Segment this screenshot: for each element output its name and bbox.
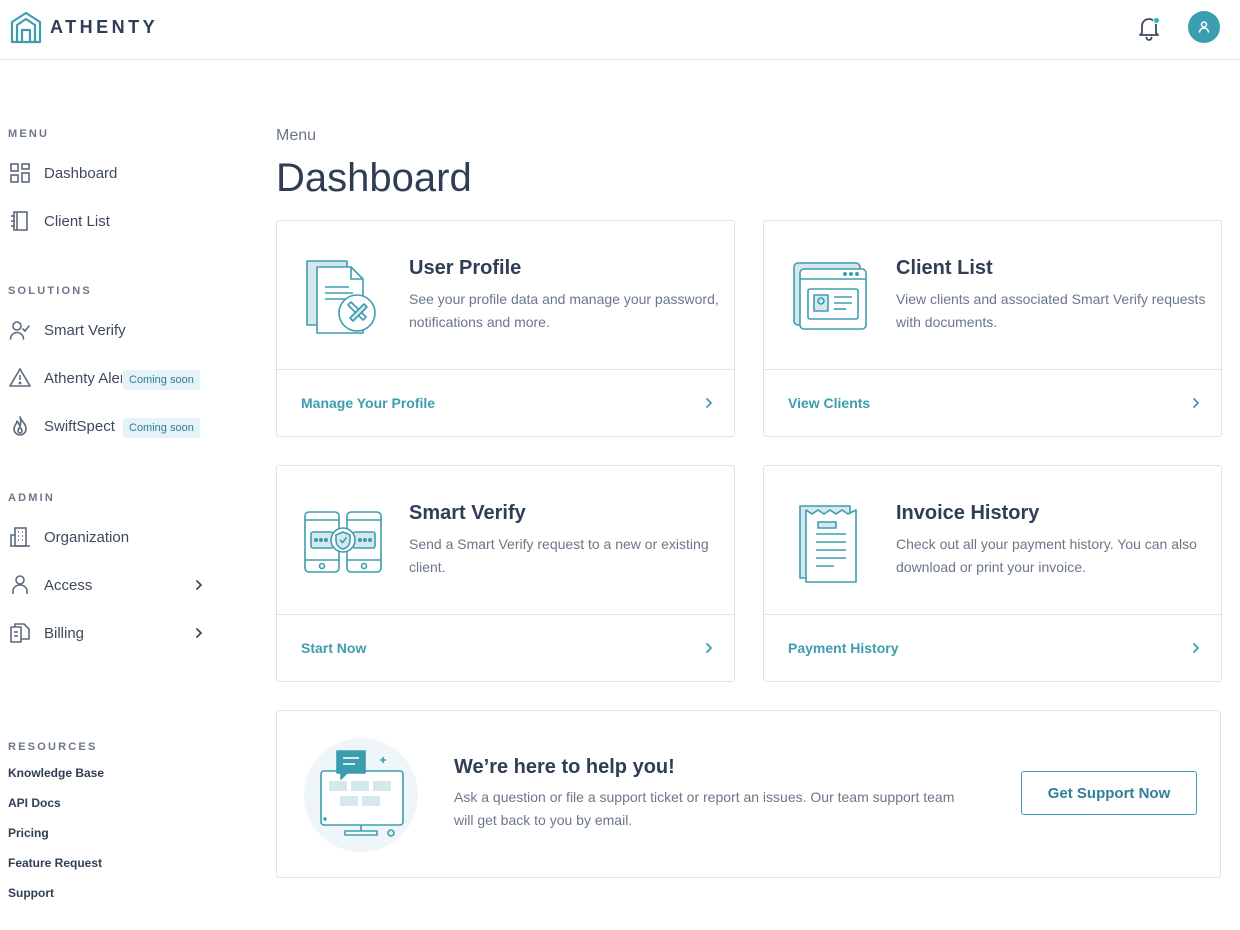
start-now-link[interactable]: Start Now: [277, 614, 734, 681]
receipt-icon: [799, 505, 857, 583]
monitor-chat-icon: [304, 738, 418, 852]
sidebar-item-label: Smart Verify: [44, 321, 126, 339]
chevron-right-icon: [1193, 643, 1199, 653]
notebook-icon: [8, 209, 32, 233]
top-bar: ATHENTY: [0, 0, 1240, 60]
card-link-label: View Clients: [788, 395, 871, 411]
sidebar-item-organization[interactable]: Organization: [8, 521, 208, 553]
notification-dot: [1153, 17, 1160, 24]
page-title: Dashboard: [276, 156, 472, 200]
brand-name: ATHENTY: [50, 16, 159, 37]
alert-triangle-icon: [8, 366, 32, 390]
person-icon: [8, 573, 32, 597]
sidebar-section-admin: ADMIN: [8, 492, 56, 504]
athenty-logo-icon: [10, 11, 42, 44]
resource-link-support[interactable]: Support: [8, 886, 54, 900]
card-title: Invoice History: [896, 502, 1040, 524]
sidebar-item-billing[interactable]: Billing: [8, 617, 208, 649]
sidebar-item-access[interactable]: Access: [8, 569, 208, 601]
sidebar-item-label: Billing: [44, 624, 85, 642]
chevron-right-icon: [706, 643, 712, 653]
card-title: Smart Verify: [409, 502, 526, 524]
manage-profile-link[interactable]: Manage Your Profile: [277, 369, 734, 436]
chevron-right-icon: [196, 580, 202, 590]
user-avatar[interactable]: [1188, 11, 1220, 43]
card-title: Client List: [896, 257, 993, 279]
card-description: See your profile data and manage your pa…: [409, 291, 719, 330]
documents-icon: [8, 621, 32, 645]
card-description: View clients and associated Smart Verify…: [896, 291, 1206, 330]
sidebar: MENU Dashboard Client List SOLUTIONS Sma…: [0, 60, 230, 930]
sidebar-item-swiftspect[interactable]: SwiftSpect Coming soon: [8, 410, 208, 442]
sidebar-section-resources: RESOURCES: [8, 741, 98, 753]
breadcrumb[interactable]: Menu: [276, 127, 316, 145]
resource-link-knowledge-base[interactable]: Knowledge Base: [8, 766, 104, 780]
sidebar-item-client-list[interactable]: Client List: [8, 205, 208, 237]
flame-icon: [8, 414, 32, 438]
card-client-list: Client List View clients and associated …: [763, 220, 1222, 437]
chevron-right-icon: [706, 398, 712, 408]
sidebar-item-label: Athenty Alert: [44, 369, 122, 387]
help-description: Ask a question or file a support ticket …: [454, 789, 955, 828]
card-description: Check out all your payment history. You …: [896, 536, 1197, 575]
coming-soon-badge: Coming soon: [123, 418, 200, 438]
chevron-right-icon: [1193, 398, 1199, 408]
sidebar-item-label: Client List: [44, 212, 110, 230]
payment-history-link[interactable]: Payment History: [764, 614, 1221, 681]
help-panel: We’re here to help you! Ask a question o…: [276, 710, 1221, 878]
sidebar-item-label: Dashboard: [44, 164, 118, 182]
resource-link-feature-request[interactable]: Feature Request: [8, 856, 102, 870]
view-clients-link[interactable]: View Clients: [764, 369, 1221, 436]
card-link-label: Start Now: [301, 640, 367, 656]
building-icon: [8, 525, 32, 549]
user-check-icon: [8, 318, 32, 342]
logo[interactable]: ATHENTY: [10, 10, 158, 44]
chevron-right-icon: [196, 628, 202, 638]
resource-link-pricing[interactable]: Pricing: [8, 826, 49, 840]
notifications-button[interactable]: [1136, 15, 1162, 41]
grid-icon: [8, 161, 32, 185]
sidebar-item-dashboard[interactable]: Dashboard: [8, 157, 208, 189]
card-description: Send a Smart Verify request to a new or …: [409, 536, 709, 575]
help-title: We’re here to help you!: [454, 756, 675, 778]
id-card-window-icon: [793, 262, 867, 330]
card-title: User Profile: [409, 257, 522, 279]
card-link-label: Manage Your Profile: [301, 395, 436, 411]
card-user-profile: User Profile See your profile data and m…: [276, 220, 735, 437]
card-invoice-history: Invoice History Check out all your payme…: [763, 465, 1222, 682]
sidebar-item-label: SwiftSpect: [44, 417, 115, 435]
card-smart-verify: Smart Verify Send a Smart Verify request…: [276, 465, 735, 682]
resource-link-api-docs[interactable]: API Docs: [8, 796, 61, 810]
get-support-button[interactable]: Get Support Now: [1021, 771, 1197, 815]
coming-soon-badge: Coming soon: [123, 370, 200, 390]
sidebar-item-label: Organization: [44, 528, 130, 546]
sidebar-section-menu: MENU: [8, 128, 50, 140]
profile-document-icon: [306, 260, 376, 334]
sidebar-item-athenty-alert[interactable]: Athenty Alert Coming soon: [8, 362, 208, 394]
card-link-label: Payment History: [788, 640, 899, 656]
sidebar-item-smart-verify[interactable]: Smart Verify: [8, 314, 208, 346]
user-icon: [1198, 21, 1210, 33]
sidebar-section-solutions: SOLUTIONS: [8, 285, 92, 297]
phones-shield-icon: [304, 511, 382, 573]
sidebar-item-label: Access: [44, 576, 93, 594]
